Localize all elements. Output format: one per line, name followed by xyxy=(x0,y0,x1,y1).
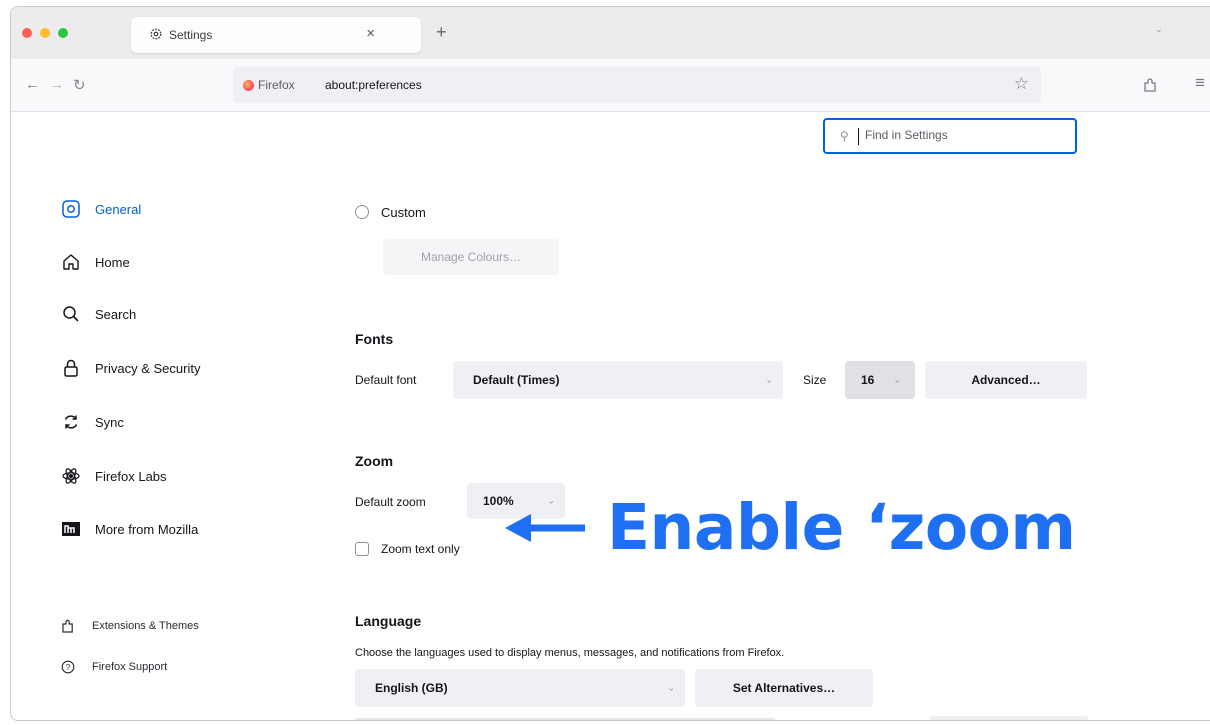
tab-settings[interactable]: Settings × xyxy=(131,17,421,53)
manage-colours-button[interactable]: Manage Colours… xyxy=(383,239,559,275)
language-value: English (GB) xyxy=(375,681,448,695)
text-caret xyxy=(858,128,859,145)
sidebar-item-privacy[interactable]: Privacy & Security xyxy=(61,358,200,378)
annotation-callout: Enable ‘zoom xyxy=(505,496,1076,559)
list-all-tabs-button[interactable]: ⌄ xyxy=(1155,24,1163,35)
menu-icon[interactable]: ≡ xyxy=(1195,73,1205,93)
custom-colours-label: Custom xyxy=(381,205,426,220)
search-icon xyxy=(61,304,81,324)
puzzle-icon xyxy=(61,619,75,633)
url-text[interactable]: about:preferences xyxy=(325,78,422,92)
tab-strip: Settings × + ⌄ xyxy=(11,7,1210,59)
labs-icon xyxy=(61,466,81,486)
default-font-label: Default font xyxy=(355,373,417,387)
chevron-down-icon: ⌄ xyxy=(667,682,675,693)
default-font-value: Default (Times) xyxy=(473,373,560,387)
chevron-down-icon: ⌄ xyxy=(765,374,773,385)
browser-window: Settings × + ⌄ ← → ↻ Firefox about:prefe… xyxy=(10,6,1210,721)
sidebar-item-label: Search xyxy=(95,306,137,322)
font-size-value: 16 xyxy=(861,373,875,387)
tab-title: Settings xyxy=(169,28,213,42)
new-tab-button[interactable]: + xyxy=(436,22,447,43)
navigation-toolbar: ← → ↻ Firefox about:preferences ☆ ≡ xyxy=(11,59,1210,112)
minimize-window-button[interactable] xyxy=(40,28,50,38)
sidebar-item-more-from-mozilla[interactable]: More from Mozilla xyxy=(61,519,198,539)
sidebar-item-label: More from Mozilla xyxy=(95,521,199,537)
extensions-icon[interactable] xyxy=(1143,77,1157,93)
lock-icon xyxy=(61,358,81,378)
zoom-window-button[interactable] xyxy=(58,28,68,38)
clipped-button[interactable] xyxy=(929,716,1089,720)
set-alternatives-button[interactable]: Set Alternatives… xyxy=(695,669,873,707)
sidebar-item-label: Firefox Labs xyxy=(95,468,167,484)
custom-colours-radio[interactable] xyxy=(355,205,369,219)
language-select[interactable]: English (GB) ⌄ xyxy=(355,669,685,707)
fonts-heading: Fonts xyxy=(355,331,394,347)
advanced-fonts-button[interactable]: Advanced… xyxy=(925,361,1087,399)
sidebar-item-extensions-themes[interactable]: Extensions & Themes xyxy=(61,619,199,633)
close-tab-icon[interactable]: × xyxy=(366,25,375,42)
gear-icon xyxy=(150,28,162,40)
font-size-select[interactable]: 16 ⌄ xyxy=(845,361,915,399)
zoom-text-only-checkbox[interactable] xyxy=(355,542,369,556)
clipped-text-row xyxy=(355,718,775,720)
sidebar-item-general[interactable]: General xyxy=(61,199,141,219)
sidebar-item-sync[interactable]: Sync xyxy=(61,412,124,432)
sidebar-item-search[interactable]: Search xyxy=(61,304,136,324)
default-zoom-label: Default zoom xyxy=(355,495,426,509)
sidebar-item-label: Home xyxy=(95,254,130,270)
firefox-logo-icon xyxy=(243,80,254,91)
sidebar-item-firefox-support[interactable]: ? Firefox Support xyxy=(61,660,167,674)
language-heading: Language xyxy=(355,613,422,629)
sidebar-item-label: Extensions & Themes xyxy=(92,620,199,632)
forward-arrow-icon[interactable]: → xyxy=(49,76,64,93)
search-input[interactable] xyxy=(863,127,1057,143)
language-description: Choose the languages used to display men… xyxy=(355,647,785,659)
mozilla-icon xyxy=(61,519,81,539)
sidebar-item-firefox-labs[interactable]: Firefox Labs xyxy=(61,466,167,486)
identity-label: Firefox xyxy=(258,78,295,92)
left-arrow-icon xyxy=(505,513,585,542)
find-in-settings-search[interactable]: ⚲ xyxy=(823,118,1077,154)
sidebar-item-home[interactable]: Home xyxy=(61,252,130,272)
sidebar-item-label: Sync xyxy=(95,414,124,430)
sidebar-item-label: Privacy & Security xyxy=(95,360,201,376)
search-icon: ⚲ xyxy=(840,129,849,143)
home-icon xyxy=(61,252,81,272)
zoom-text-only-label: Zoom text only xyxy=(381,542,460,556)
font-size-label: Size xyxy=(803,373,827,387)
annotation-text: Enable ‘zoom xyxy=(607,491,1076,564)
sidebar-item-label: Firefox Support xyxy=(92,661,168,673)
zoom-heading: Zoom xyxy=(355,453,394,469)
help-icon: ? xyxy=(61,660,75,674)
reload-icon[interactable]: ↻ xyxy=(73,76,86,94)
url-bar[interactable]: Firefox about:preferences ☆ xyxy=(233,67,1041,103)
gear-icon xyxy=(61,199,81,219)
back-arrow-icon[interactable]: ← xyxy=(25,76,40,93)
close-window-button[interactable] xyxy=(22,28,32,38)
svg-text:?: ? xyxy=(66,663,71,672)
sync-icon xyxy=(61,412,81,432)
bookmark-star-icon[interactable]: ☆ xyxy=(1014,74,1029,94)
chevron-down-icon: ⌄ xyxy=(893,374,901,385)
sidebar-item-label: General xyxy=(95,201,142,217)
default-font-select[interactable]: Default (Times) ⌄ xyxy=(453,361,783,399)
